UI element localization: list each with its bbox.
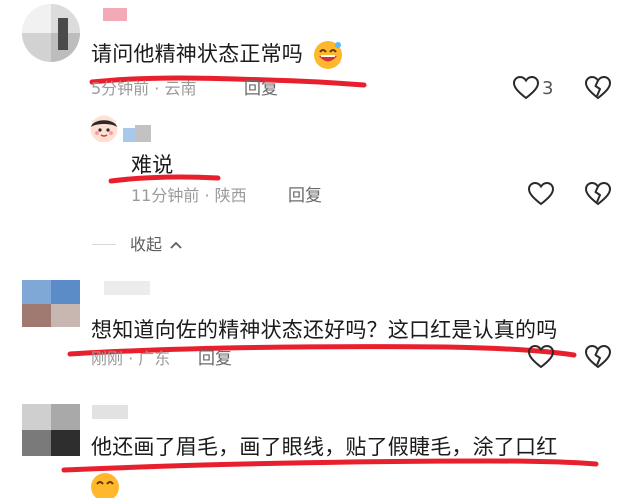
divider-line [92, 244, 116, 245]
meta-separator: · [154, 79, 165, 98]
grinning-face-emoji [91, 473, 119, 498]
comment-time: 11分钟前 [131, 186, 200, 205]
collapse-label: 收起 [130, 235, 163, 254]
red-underline [61, 458, 599, 473]
reply-button[interactable]: 回复 [244, 79, 278, 99]
heart-outline-icon[interactable] [528, 345, 554, 369]
username-mask[interactable] [123, 128, 135, 142]
username-mask[interactable] [104, 281, 150, 295]
comment-text: 请问他精神状态正常吗 [91, 42, 303, 66]
broken-heart-icon[interactable] [585, 76, 611, 100]
reply-button[interactable]: 回复 [198, 349, 232, 369]
meta-separator: · [204, 186, 215, 205]
comment-meta: 5分钟前 · 云南 [91, 79, 196, 99]
heart-outline-icon[interactable] [528, 182, 554, 206]
comment-time: 刚刚 [91, 349, 124, 368]
broken-heart-icon[interactable] [585, 345, 611, 369]
comment-meta: 刚刚 · 广东 [91, 349, 170, 369]
comment-time: 5分钟前 [91, 79, 150, 98]
comment-location: 云南 [164, 79, 197, 98]
username-mask[interactable] [103, 8, 127, 21]
comment-section: 请问他精神状态正常吗 5分钟前 · 云南 回复 3 难说 11分钟前 · 陕西 … [0, 0, 636, 498]
chevron-up-icon [170, 241, 182, 249]
broken-heart-icon[interactable] [585, 182, 611, 206]
username-mask[interactable] [92, 405, 128, 419]
grinning-face-emoji [314, 41, 342, 69]
comment-location: 广东 [138, 349, 171, 368]
reply-button[interactable]: 回复 [288, 186, 322, 206]
avatar[interactable] [90, 115, 118, 143]
heart-outline-icon[interactable] [513, 76, 539, 100]
avatar[interactable] [22, 404, 80, 456]
comment-location: 陕西 [214, 186, 247, 205]
collapse-replies-button[interactable]: 收起 [130, 235, 183, 255]
red-underline [108, 174, 221, 184]
avatar[interactable] [22, 4, 80, 62]
username-mask[interactable] [135, 125, 151, 142]
comment-meta: 11分钟前 · 陕西 [131, 186, 247, 206]
like-count: 3 [542, 78, 554, 99]
meta-separator: · [128, 349, 139, 368]
avatar[interactable] [22, 280, 80, 327]
